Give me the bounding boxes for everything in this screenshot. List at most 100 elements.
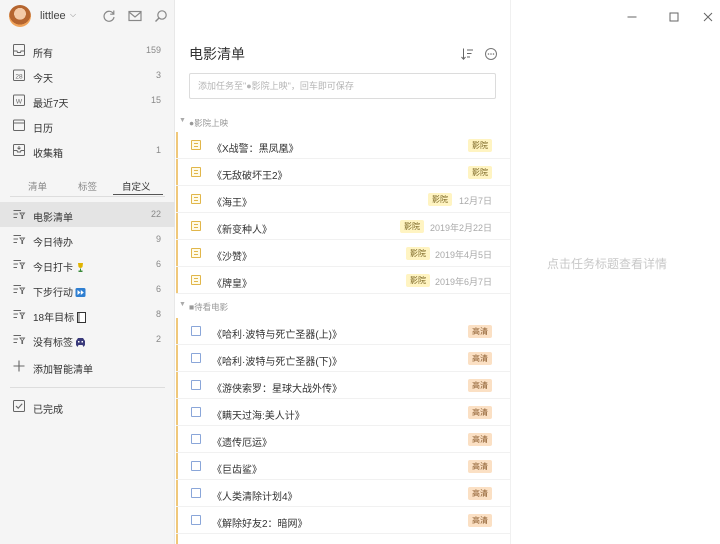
note-icon[interactable] (191, 248, 201, 258)
tag-badge[interactable]: 高清 (468, 487, 492, 500)
task-row[interactable]: 《牌皇》 影院 2019年6月7日 (176, 267, 510, 294)
sidebar-item-label: 最近7天 (33, 99, 69, 110)
tag-badge[interactable]: 高清 (468, 460, 492, 473)
add-smart-list-button[interactable]: 添加智能清单 (0, 354, 175, 379)
tab-lists[interactable]: 清单 (28, 179, 47, 193)
tab-tags[interactable]: 标签 (78, 179, 97, 193)
task-title[interactable]: 《新变种人》 (212, 221, 272, 236)
sidebar-item-next-action[interactable]: 下步行动 6 (0, 277, 175, 302)
due-date[interactable]: 2019年2月22日 (430, 221, 492, 234)
avatar[interactable] (9, 5, 31, 27)
more-options-icon[interactable] (484, 47, 498, 61)
note-icon[interactable] (191, 140, 201, 150)
tag-badge[interactable]: 高清 (468, 514, 492, 527)
sidebar-item-next7days[interactable]: W 最近7天 15 (0, 88, 175, 113)
task-row[interactable]: 《解除好友2：暗网》 高清 (176, 507, 510, 534)
note-icon[interactable] (191, 275, 201, 285)
chevron-down-icon[interactable]: ⌵ (70, 10, 76, 20)
due-date[interactable]: 2019年4月5日 (435, 248, 492, 261)
due-date[interactable]: 12月7日 (459, 194, 492, 207)
note-icon[interactable] (191, 194, 201, 204)
tag-badge[interactable]: 影院 (468, 139, 492, 152)
close-icon[interactable] (701, 10, 715, 24)
tag-badge[interactable]: 影院 (400, 220, 424, 233)
tag-badge[interactable]: 影院 (428, 193, 452, 206)
section-header[interactable]: ▼ ■待看电影 (176, 297, 510, 315)
task-row[interactable]: 《巨齿鲨》 高清 (176, 453, 510, 480)
sidebar-item-completed[interactable]: 已完成 (0, 394, 175, 419)
minimize-icon[interactable] (625, 10, 639, 24)
caret-down-icon[interactable]: ▼ (179, 117, 186, 124)
sidebar-item-all[interactable]: 所有 159 (0, 38, 175, 63)
sidebar-item-today-todo[interactable]: 今日待办 9 (0, 227, 175, 252)
calendar-icon (13, 119, 25, 131)
tag-badge[interactable]: 高清 (468, 352, 492, 365)
task-title[interactable]: 《解除好友2：暗网》 (212, 515, 308, 530)
task-row[interactable]: 《遗传厄运》 高清 (176, 426, 510, 453)
task-row[interactable]: 《游侠索罗：星球大战外传》 高清 (176, 372, 510, 399)
sidebar-item-inbox[interactable]: 收集箱 1 (0, 138, 175, 163)
tag-badge[interactable]: 影院 (406, 247, 430, 260)
due-date[interactable]: 2019年6月7日 (435, 275, 492, 288)
task-checkbox[interactable] (191, 380, 201, 390)
tab-divider (10, 196, 165, 197)
sidebar-item-count: 6 (155, 259, 161, 269)
sidebar-item-today-checkin[interactable]: 今日打卡 6 (0, 252, 175, 277)
task-title[interactable]: 《哈利·波特与死亡圣器(上)》 (212, 326, 342, 341)
task-title[interactable]: 《海王》 (212, 194, 252, 209)
task-checkbox[interactable] (191, 488, 201, 498)
note-icon[interactable] (191, 167, 201, 177)
tag-badge[interactable]: 高清 (468, 325, 492, 338)
tag-badge[interactable]: 影院 (406, 274, 430, 287)
inbox-tray-icon (13, 44, 25, 56)
sidebar-item-no-tags[interactable]: 没有标签 2 (0, 327, 175, 352)
section-header[interactable]: ▼ ●影院上映 (176, 113, 510, 131)
task-row[interactable]: 《新变种人》 影院 2019年2月22日 (176, 213, 510, 240)
note-icon[interactable] (191, 221, 201, 231)
mail-icon[interactable] (127, 8, 143, 24)
task-row[interactable]: 《X战警：黑凤凰》 影院 (176, 132, 510, 159)
task-checkbox[interactable] (191, 461, 201, 471)
tag-badge[interactable]: 高清 (468, 433, 492, 446)
task-title[interactable]: 《X战警：黑凤凰》 (212, 140, 299, 155)
task-title[interactable]: 《遗传厄运》 (212, 434, 272, 449)
tag-badge[interactable]: 高清 (468, 379, 492, 392)
page-title: 电影清单 (189, 46, 245, 62)
sidebar-item-today[interactable]: 28 今天 3 (0, 63, 175, 88)
task-checkbox[interactable] (191, 326, 201, 336)
sidebar-item-2018-goals[interactable]: 18年目标 8 (0, 302, 175, 327)
task-title[interactable]: 《哈利·波特与死亡圣器(下)》 (212, 353, 342, 368)
sort-icon[interactable] (460, 47, 474, 61)
task-row[interactable]: 《哈利·波特与死亡圣器(下)》 高清 (176, 345, 510, 372)
sidebar-item-label: 18年目标 (33, 309, 87, 324)
caret-down-icon[interactable]: ▼ (179, 301, 186, 308)
task-title[interactable]: 《人类清除计划4》 (212, 488, 298, 503)
task-title[interactable]: 《游侠索罗：星球大战外传》 (212, 380, 342, 395)
task-checkbox[interactable] (191, 407, 201, 417)
username[interactable]: littlee (40, 10, 66, 22)
task-title[interactable]: 《无敌破坏王2》 (212, 167, 288, 182)
task-checkbox[interactable] (191, 353, 201, 363)
add-task-input[interactable] (189, 73, 496, 99)
task-row[interactable]: 《沙赞》 影院 2019年4月5日 (176, 240, 510, 267)
task-title[interactable]: 《沙赞》 (212, 248, 252, 263)
task-row[interactable]: 《海王》 影院 12月7日 (176, 186, 510, 213)
maximize-icon[interactable] (667, 10, 681, 24)
task-row[interactable]: 《人类清除计划4》 高清 (176, 480, 510, 507)
task-row[interactable]: 《瞒天过海:美人计》 高清 (176, 399, 510, 426)
task-title[interactable]: 《瞒天过海:美人计》 (212, 407, 305, 422)
task-title[interactable]: 《牌皇》 (212, 275, 252, 290)
task-checkbox[interactable] (191, 515, 201, 525)
task-row[interactable]: 《无敌破坏王2》 影院 (176, 159, 510, 186)
task-checkbox[interactable] (191, 434, 201, 444)
search-icon[interactable] (153, 8, 169, 24)
sidebar-item-movie-list[interactable]: 电影清单 22 (0, 202, 175, 227)
task-row[interactable]: 《哈利·波特与死亡圣器(上)》 高清 (176, 318, 510, 345)
task-title[interactable]: 《巨齿鲨》 (212, 461, 262, 476)
tab-custom[interactable]: 自定义 (122, 179, 151, 193)
sidebar-item-calendar[interactable]: 日历 (0, 113, 175, 138)
sync-icon[interactable] (101, 8, 117, 24)
filter-list-icon (13, 210, 26, 219)
tag-badge[interactable]: 高清 (468, 406, 492, 419)
tag-badge[interactable]: 影院 (468, 166, 492, 179)
